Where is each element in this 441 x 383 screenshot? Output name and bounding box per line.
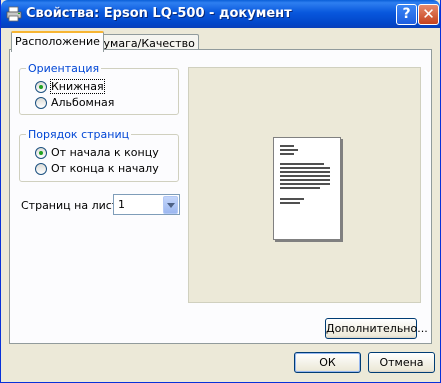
title-bar[interactable]: Свойства: Epson LQ-500 - документ ? ✕ bbox=[1, 0, 440, 28]
window-title: Свойства: Epson LQ-500 - документ bbox=[26, 6, 292, 21]
radio-landscape-circle[interactable] bbox=[35, 97, 47, 109]
printer-icon bbox=[6, 6, 22, 22]
radio-portrait-label: Книжная bbox=[50, 79, 105, 94]
page-order-group-label: Порядок страниц bbox=[26, 128, 132, 141]
pages-per-sheet-value: 1 bbox=[118, 198, 125, 211]
ok-button[interactable]: ОК bbox=[294, 352, 361, 373]
orientation-group-label: Ориентация bbox=[26, 62, 102, 75]
radio-front-to-back-circle[interactable] bbox=[35, 147, 47, 159]
page-preview-icon bbox=[273, 137, 341, 240]
advanced-button[interactable]: Дополнительно... bbox=[325, 318, 428, 339]
properties-dialog: Свойства: Epson LQ-500 - документ ? ✕ Ра… bbox=[0, 0, 441, 383]
radio-landscape-label: Альбомная bbox=[51, 96, 115, 109]
radio-back-to-front-label: От конца к началу bbox=[51, 162, 159, 175]
radio-portrait-circle[interactable] bbox=[35, 81, 47, 93]
layout-preview bbox=[188, 67, 421, 303]
cancel-button[interactable]: Отмена bbox=[368, 352, 435, 373]
close-button[interactable]: ✕ bbox=[418, 4, 439, 25]
tab-layout[interactable]: Расположение bbox=[11, 31, 104, 52]
radio-front-to-back-label: От начала к концу bbox=[51, 146, 159, 159]
orientation-group: Ориентация Книжная Альбомная bbox=[19, 62, 179, 115]
tab-layout-label: Расположение bbox=[15, 35, 100, 48]
tab-panel-layout: Ориентация Книжная Альбомная Порядок стр… bbox=[9, 49, 432, 344]
radio-back-to-front-circle[interactable] bbox=[35, 163, 47, 175]
page-order-group: Порядок страниц От начала к концу От кон… bbox=[19, 128, 179, 182]
help-button[interactable]: ? bbox=[396, 4, 417, 25]
chevron-down-icon[interactable] bbox=[163, 196, 178, 214]
pages-per-sheet-select[interactable]: 1 bbox=[113, 194, 180, 215]
